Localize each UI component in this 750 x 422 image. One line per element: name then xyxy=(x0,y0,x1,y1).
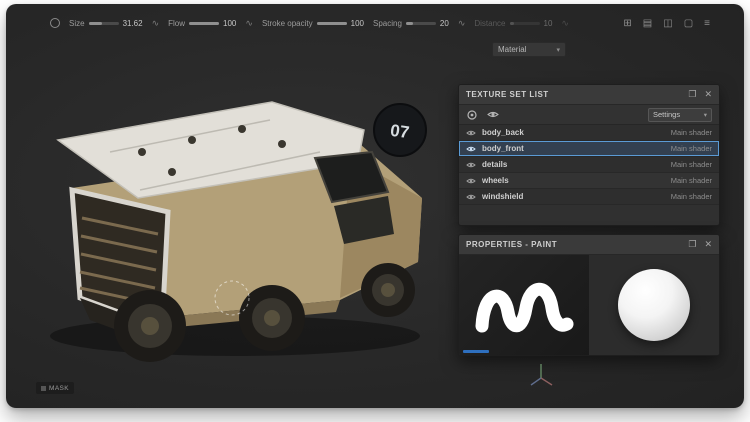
texture-set-row-windshield[interactable]: windshield Main shader xyxy=(459,189,719,205)
shader-label: Main shader xyxy=(671,192,712,201)
eye-icon[interactable] xyxy=(466,161,476,169)
eye-icon[interactable] xyxy=(466,129,476,137)
brush-stroke-icon xyxy=(464,262,584,348)
wheel-front xyxy=(114,290,186,362)
mask-chip[interactable]: MASK xyxy=(36,382,74,394)
slider-track[interactable] xyxy=(317,22,347,25)
eye-icon[interactable] xyxy=(466,145,476,153)
frame-icon[interactable]: ▢ xyxy=(684,18,693,29)
slider-value: 31.62 xyxy=(123,19,143,28)
texture-set-rows: body_back Main shader body_front Main sh… xyxy=(459,125,719,205)
material-mode-label: Material xyxy=(498,45,526,54)
slider-label: Flow xyxy=(168,19,185,28)
material-preview-area[interactable] xyxy=(589,255,719,355)
slider-label: Stroke opacity xyxy=(262,19,313,28)
properties-paint-panel: PROPERTIES - PAINT ❐ ✕ xyxy=(458,234,720,356)
properties-content xyxy=(459,255,719,355)
texture-set-list-panel: TEXTURE SET LIST ❐ ✕ Settings ▾ body_bac… xyxy=(458,84,720,226)
eye-icon[interactable] xyxy=(466,193,476,201)
chevron-down-icon: ▾ xyxy=(556,46,560,54)
slider-track[interactable] xyxy=(189,22,219,25)
float-panel-icon[interactable]: ❐ xyxy=(688,90,696,99)
slider-value: 100 xyxy=(223,19,236,28)
pressure-curve-icon[interactable]: ∿ xyxy=(152,18,160,29)
texture-set-row-details[interactable]: details Main shader xyxy=(459,157,719,173)
texture-set-name: wheels xyxy=(482,176,509,185)
slider-track[interactable] xyxy=(89,22,119,25)
app-window: Size 31.62 ∿ Flow 100 ∿ Stroke opacity 1… xyxy=(6,4,744,408)
shader-label: Main shader xyxy=(671,144,712,153)
slider-value: 100 xyxy=(351,19,364,28)
slider-track[interactable] xyxy=(406,22,436,25)
slider-label: Distance xyxy=(474,19,505,28)
texture-set-name: details xyxy=(482,160,507,169)
texture-set-name: body_back xyxy=(482,128,524,137)
toolbar-right-icons: ⊞ ▤ ◫ ▢ ≡ xyxy=(623,12,710,34)
stroke-opacity-slider[interactable]: Stroke opacity 100 xyxy=(262,19,364,28)
panel-title: PROPERTIES - PAINT xyxy=(466,240,680,249)
split-view-icon[interactable]: ◫ xyxy=(663,18,672,29)
pressure-curve-icon[interactable]: ∿ xyxy=(458,18,466,29)
shader-label: Main shader xyxy=(671,128,712,137)
slider-value: 10 xyxy=(544,19,553,28)
brush-stroke-preview[interactable] xyxy=(459,255,589,355)
add-layer-icon[interactable]: ⊞ xyxy=(623,18,631,29)
mask-icon xyxy=(41,386,46,391)
material-filter-icon[interactable] xyxy=(466,110,478,120)
size-slider[interactable]: Size 31.62 xyxy=(69,19,143,28)
axis-gizmo xyxy=(526,360,556,390)
roof-knob xyxy=(168,168,176,176)
slider-label: Spacing xyxy=(373,19,402,28)
material-mode-dropdown[interactable]: Material ▾ xyxy=(492,42,566,57)
texture-set-name: windshield xyxy=(482,192,523,201)
settings-dropdown[interactable]: Settings ▾ xyxy=(648,108,712,122)
mask-label: MASK xyxy=(49,385,69,392)
eye-icon[interactable] xyxy=(466,177,476,185)
brush-toolbar: Size 31.62 ∿ Flow 100 ∿ Stroke opacity 1… xyxy=(50,12,569,34)
close-icon[interactable]: ✕ xyxy=(704,90,712,99)
roof-knob xyxy=(138,148,146,156)
slider-label: Size xyxy=(69,19,85,28)
close-icon[interactable]: ✕ xyxy=(704,240,712,249)
roof-knob xyxy=(238,125,246,133)
menu-icon[interactable]: ≡ xyxy=(704,18,710,29)
texture-set-row-wheels[interactable]: wheels Main shader xyxy=(459,173,719,189)
settings-label: Settings xyxy=(653,110,680,119)
float-panel-icon[interactable]: ❐ xyxy=(688,240,696,249)
slider-value: 20 xyxy=(440,19,449,28)
scroll-indicator[interactable] xyxy=(463,350,489,353)
layers-icon[interactable]: ▤ xyxy=(643,18,652,29)
pressure-curve-icon[interactable]: ∿ xyxy=(561,18,569,29)
distance-slider[interactable]: Distance 10 xyxy=(474,19,552,28)
material-sphere-preview[interactable] xyxy=(618,269,690,341)
properties-header[interactable]: PROPERTIES - PAINT ❐ ✕ xyxy=(459,235,719,255)
spacing-slider[interactable]: Spacing 20 xyxy=(373,19,449,28)
brush-alpha-icon[interactable] xyxy=(50,18,60,28)
flow-slider[interactable]: Flow 100 xyxy=(168,19,236,28)
model-truck: 07 xyxy=(20,40,460,370)
texture-set-name: body_front xyxy=(482,144,524,153)
roof-knob xyxy=(188,136,196,144)
model-number-label: 07 xyxy=(389,121,410,142)
texture-set-toolbar: Settings ▾ xyxy=(459,105,719,125)
visibility-icon[interactable] xyxy=(487,110,499,119)
panel-title: TEXTURE SET LIST xyxy=(466,90,680,99)
pressure-curve-icon[interactable]: ∿ xyxy=(245,18,253,29)
shader-label: Main shader xyxy=(671,160,712,169)
roof-knob xyxy=(278,140,286,148)
wheel-rear xyxy=(361,263,415,317)
slider-track[interactable] xyxy=(510,22,540,25)
chevron-down-icon: ▾ xyxy=(704,111,707,119)
shader-label: Main shader xyxy=(671,176,712,185)
texture-set-list-header[interactable]: TEXTURE SET LIST ❐ ✕ xyxy=(459,85,719,105)
texture-set-row-body-back[interactable]: body_back Main shader xyxy=(459,125,719,141)
texture-set-row-body-front[interactable]: body_front Main shader xyxy=(459,141,719,157)
